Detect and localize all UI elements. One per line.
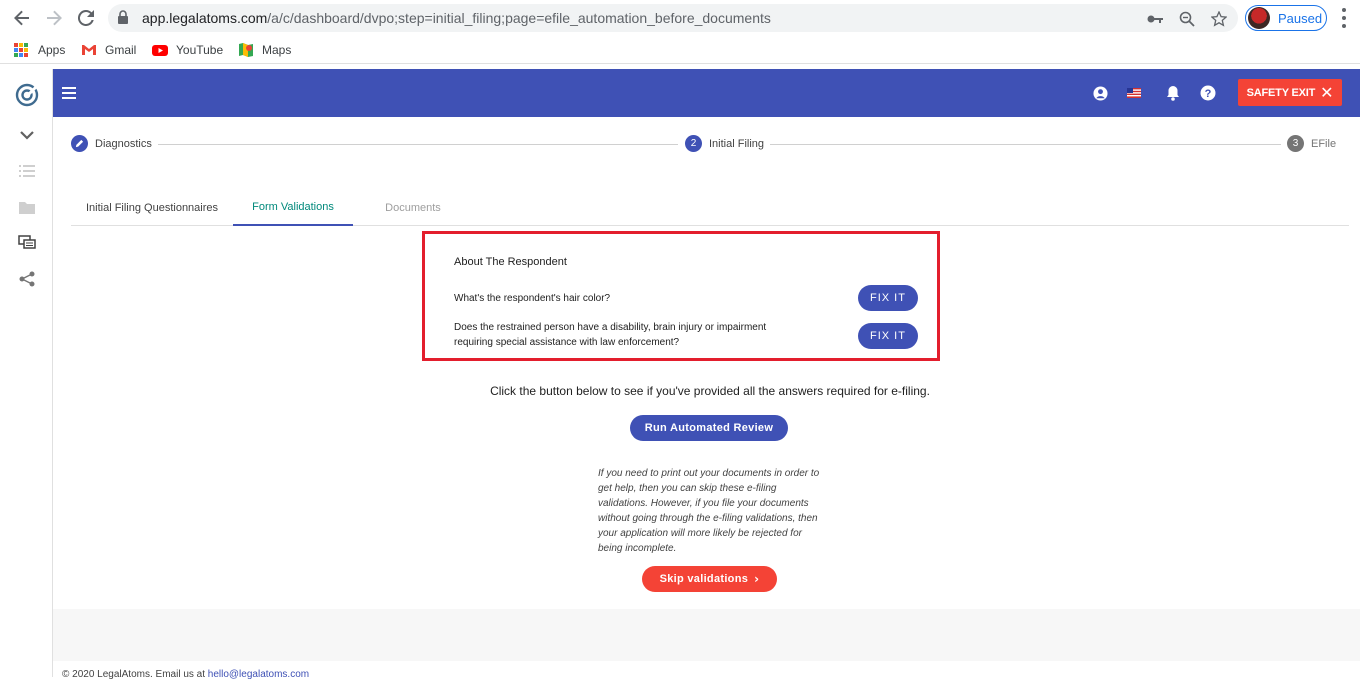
folder-icon[interactable] [16, 196, 38, 218]
legalatoms-logo-icon[interactable] [15, 83, 39, 107]
bookmarks-bar: Apps Gmail YouTube Maps [0, 36, 1360, 64]
fix-it-button[interactable]: FIX IT [858, 323, 918, 349]
key-icon[interactable] [1146, 10, 1164, 28]
validation-panel: About The Respondent What's the responde… [422, 231, 940, 361]
account-circle-icon[interactable] [1091, 84, 1109, 102]
app-sidebar [0, 69, 53, 677]
apps-grid-icon [14, 42, 30, 58]
step-label: Diagnostics [95, 137, 152, 150]
tab-documents: Documents [385, 202, 441, 214]
skip-validations-button[interactable]: Skip validations › [642, 566, 777, 592]
safety-exit-label: SAFETY EXIT [1246, 86, 1316, 99]
run-automated-review-button[interactable]: Run Automated Review [630, 415, 788, 441]
bookmark-label: Apps [38, 43, 66, 57]
step-efile[interactable]: 3 EFile [1281, 135, 1343, 152]
tab-bar: Initial Filing Questionnaires Form Valid… [71, 190, 1349, 226]
step-label: EFile [1311, 137, 1337, 150]
skip-note: If you need to print out your documents … [598, 468, 820, 554]
chevron-down-icon[interactable] [16, 124, 38, 146]
svg-text:?: ? [1205, 88, 1212, 100]
forward-icon[interactable] [42, 6, 66, 30]
bookmark-youtube[interactable]: YouTube [152, 41, 223, 59]
progress-stepper: Diagnostics 2 Initial Filing 3 EFile [53, 117, 1360, 177]
lock-icon [118, 10, 128, 24]
step-number: 3 [1287, 135, 1304, 152]
maps-icon [238, 42, 254, 58]
bookmark-maps[interactable]: Maps [238, 41, 291, 59]
chevron-right-icon: › [754, 572, 760, 586]
bookmark-apps[interactable]: Apps [14, 41, 65, 59]
app-header: ? SAFETY EXIT ✕ [53, 69, 1360, 117]
copyright-text: © 2020 LegalAtoms. Email us at [62, 669, 205, 680]
pencil-icon [71, 135, 88, 152]
bookmark-label: Gmail [105, 43, 137, 57]
validation-question: Does the restrained person have a disabi… [454, 322, 767, 348]
menu-icon[interactable] [62, 87, 76, 99]
step-initial-filing[interactable]: 2 Initial Filing [679, 135, 771, 152]
step-connector [153, 144, 678, 145]
list-icon[interactable] [16, 160, 38, 182]
profile-status-label: Paused [1278, 10, 1323, 26]
bookmark-gmail[interactable]: Gmail [81, 41, 136, 59]
youtube-icon [152, 42, 168, 58]
tab-form-validations[interactable]: Form Validations [233, 190, 353, 226]
step-connector [759, 144, 1284, 145]
skip-validations-label: Skip validations [659, 573, 749, 585]
bell-icon[interactable] [1164, 84, 1182, 102]
more-menu-icon[interactable] [1336, 8, 1352, 28]
chat-icon[interactable] [16, 232, 38, 254]
star-icon[interactable] [1210, 10, 1228, 28]
help-icon[interactable]: ? [1199, 84, 1217, 102]
reload-icon[interactable] [74, 6, 98, 30]
step-number: 2 [685, 135, 702, 152]
fix-it-button[interactable]: FIX IT [858, 285, 918, 311]
footer: © 2020 LegalAtoms. Email us at hello@leg… [62, 669, 309, 680]
step-diagnostics[interactable]: Diagnostics [71, 135, 158, 152]
footer-band [53, 609, 1360, 661]
share-icon[interactable] [16, 268, 38, 290]
us-flag-icon[interactable] [1125, 84, 1143, 102]
review-instructions: Click the button below to see if you've … [490, 384, 930, 398]
gmail-icon [81, 42, 97, 58]
safety-exit-button[interactable]: SAFETY EXIT ✕ [1238, 79, 1342, 106]
bookmark-label: YouTube [176, 43, 224, 57]
step-label: Initial Filing [709, 137, 765, 150]
email-link[interactable]: hello@legalatoms.com [208, 669, 309, 680]
validation-question: What's the respondent's hair color? [454, 293, 611, 304]
browser-toolbar: app.legalatoms.com/a/c/dashboard/dvpo;st… [0, 0, 1360, 36]
zoom-icon[interactable] [1178, 10, 1196, 28]
bookmark-label: Maps [262, 43, 292, 57]
avatar [1248, 7, 1270, 29]
tab-initial-filing-questionnaires[interactable]: Initial Filing Questionnaires [71, 190, 233, 226]
profile-paused-chip[interactable]: Paused [1245, 5, 1327, 31]
url-text: app.legalatoms.com/a/c/dashboard/dvpo;st… [142, 10, 771, 26]
section-title: About The Respondent [454, 256, 567, 268]
address-bar[interactable]: app.legalatoms.com/a/c/dashboard/dvpo;st… [108, 4, 1238, 32]
close-icon: ✕ [1320, 82, 1334, 102]
back-icon[interactable] [10, 6, 34, 30]
